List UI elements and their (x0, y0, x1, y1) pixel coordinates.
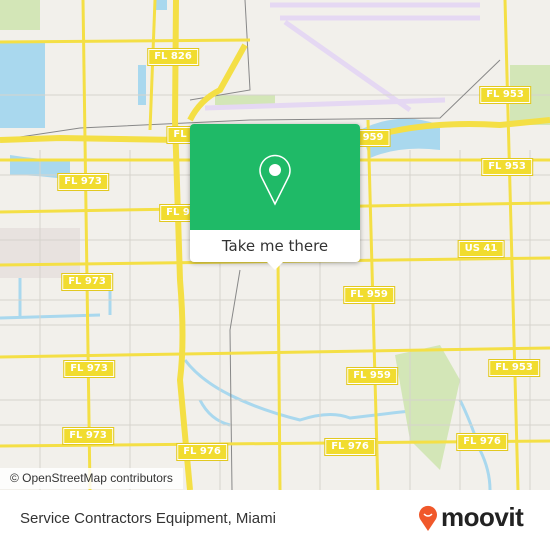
brand-name: moovit (441, 502, 524, 532)
footer-bar: Service Contractors Equipment, Miami moo… (0, 490, 550, 550)
place-name: Service Contractors Equipment, Miami (20, 510, 276, 527)
moovit-pin-icon (419, 505, 437, 531)
route-shield: FL 959 (343, 286, 395, 304)
route-shield: FL 973 (61, 273, 113, 291)
map-pin-icon (259, 154, 291, 206)
take-me-there-button[interactable]: Take me there (190, 230, 360, 262)
route-shield: FL 973 (57, 173, 109, 191)
route-shield: FL 953 (488, 359, 540, 377)
route-shield: FL 973 (62, 427, 114, 445)
moovit-logo: moovit (418, 502, 524, 533)
location-popup: Take me there (190, 124, 360, 270)
route-shield: FL 976 (176, 443, 228, 461)
route-shield: FL (166, 126, 194, 144)
route-shield: FL 959 (346, 367, 398, 385)
route-shield: FL 953 (481, 158, 533, 176)
popup-header (190, 124, 360, 230)
popup-pointer (267, 262, 283, 270)
map-attribution[interactable]: © OpenStreetMap contributors (0, 468, 183, 489)
route-shield: FL 826 (147, 48, 199, 66)
route-shield: FL 976 (324, 438, 376, 456)
route-shield: FL 953 (479, 86, 531, 104)
route-shield: FL 973 (63, 360, 115, 378)
map[interactable]: FL 826 FL 953 FL 959 FL 953 FL 973 FL 9 … (0, 0, 550, 490)
route-shield: 959 (355, 129, 391, 147)
route-shield: US 41 (457, 240, 505, 258)
route-shield: FL 976 (456, 433, 508, 451)
